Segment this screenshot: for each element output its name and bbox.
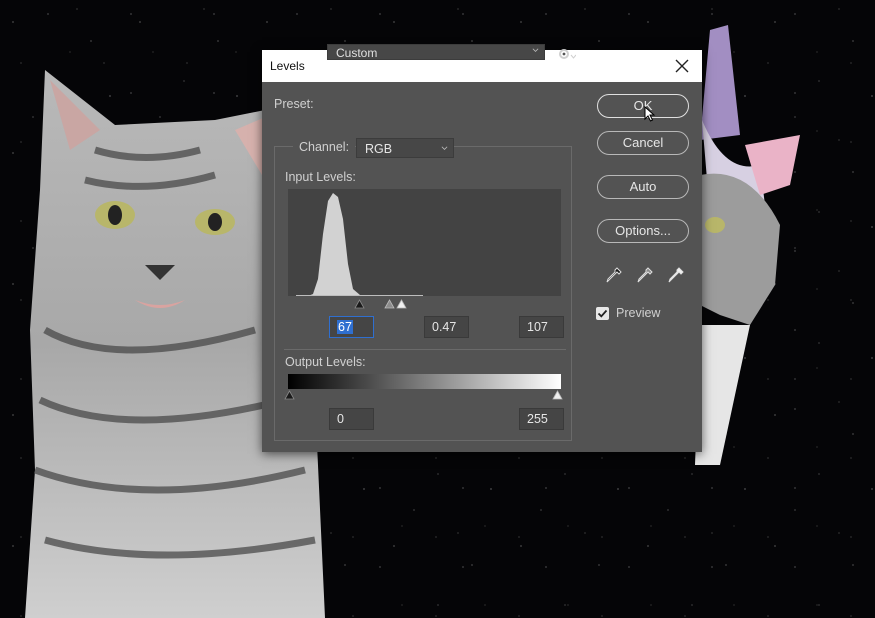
eyedropper-black-icon[interactable] — [605, 266, 623, 284]
eyedropper-gray-icon[interactable] — [636, 266, 654, 284]
gear-icon[interactable] — [558, 47, 576, 61]
auto-button[interactable]: Auto — [597, 175, 689, 199]
chevron-down-icon — [441, 146, 448, 150]
chevron-down-icon — [532, 48, 539, 52]
output-black-field[interactable]: 0 — [329, 408, 374, 430]
white-point-slider[interactable] — [396, 299, 407, 309]
preset-label: Preset: — [274, 97, 314, 111]
output-levels-label: Output Levels: — [285, 355, 366, 369]
channel-select[interactable]: RGB — [356, 138, 454, 158]
preview-label: Preview — [616, 306, 661, 320]
output-level-sliders — [284, 390, 563, 400]
gamma-slider[interactable] — [384, 299, 395, 309]
input-gamma-field[interactable]: 0.47 — [424, 316, 469, 338]
desktop-canvas: Levels Preset: Custom Channel: RGB Input… — [0, 0, 875, 618]
input-black-value: 67 — [337, 320, 353, 334]
output-black-value: 0 — [337, 412, 344, 426]
section-divider — [284, 349, 566, 350]
input-gamma-value: 0.47 — [432, 320, 457, 334]
output-white-value: 255 — [527, 412, 548, 426]
channel-value: RGB — [365, 142, 393, 156]
eyedropper-white-icon[interactable] — [667, 266, 685, 284]
black-point-slider[interactable] — [354, 299, 365, 309]
mouse-cursor-icon — [644, 106, 656, 122]
input-level-sliders — [354, 299, 407, 309]
histogram — [288, 189, 561, 296]
ok-button[interactable]: OK — [597, 94, 689, 118]
cancel-button[interactable]: Cancel — [597, 131, 689, 155]
input-white-field[interactable]: 107 — [519, 316, 564, 338]
checkmark-icon — [597, 309, 608, 318]
dialog-title: Levels — [270, 59, 305, 73]
output-black-slider[interactable] — [284, 390, 295, 400]
preset-value: Custom — [336, 46, 378, 60]
preview-checkbox[interactable] — [596, 307, 609, 320]
options-button[interactable]: Options... — [597, 219, 689, 243]
close-icon[interactable] — [672, 56, 692, 76]
right-cat-image — [695, 25, 800, 465]
preset-select[interactable]: Custom — [327, 44, 545, 60]
channel-label: Channel: — [293, 140, 356, 154]
output-white-field[interactable]: 255 — [519, 408, 564, 430]
input-white-value: 107 — [527, 320, 548, 334]
input-levels-label: Input Levels: — [285, 170, 356, 184]
input-black-field[interactable]: 67 — [329, 316, 374, 338]
output-white-slider[interactable] — [552, 390, 563, 400]
output-gradient-bar — [288, 374, 561, 389]
